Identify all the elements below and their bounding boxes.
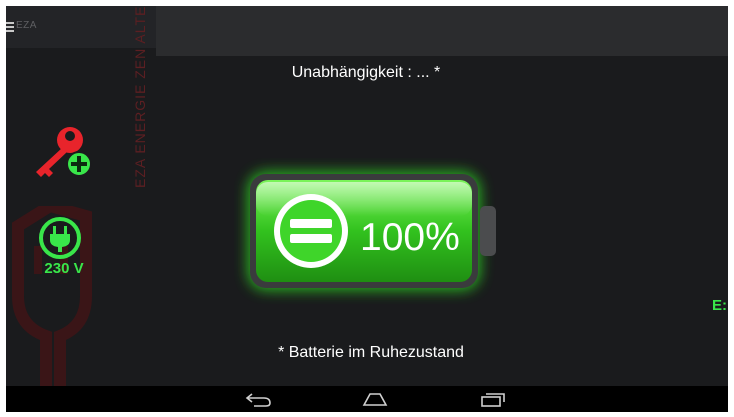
plug-icon	[39, 217, 81, 259]
key-add-icon	[36, 127, 92, 177]
app-title: EZA	[16, 20, 37, 31]
back-icon[interactable]	[244, 390, 274, 408]
navigation-bar	[6, 386, 728, 412]
hamburger-menu-icon[interactable]	[6, 22, 14, 32]
home-icon[interactable]	[360, 390, 390, 408]
app-screen: EZA EZA ENERGIE ZEN ALTERNATIVE 230 V Un…	[6, 6, 728, 412]
grid-voltage-label: 230 V	[44, 260, 84, 277]
battery-status: * Batterie im Ruhezustand	[278, 344, 464, 361]
sidebar: EZA ENERGIE ZEN ALTERNATIVE 230 V	[6, 6, 156, 396]
add-key-button[interactable]	[32, 122, 94, 180]
edge-label: E:	[712, 297, 727, 314]
recents-icon[interactable]	[478, 390, 508, 408]
brand-watermark: EZA ENERGIE ZEN ALTERNATIVE	[132, 6, 148, 188]
top-bar	[156, 6, 728, 56]
grid-power-button[interactable]: 230 V	[34, 216, 94, 286]
battery-percentage: 100%	[360, 216, 460, 259]
independence-label: Unabhängigkeit : ... *	[291, 64, 441, 81]
